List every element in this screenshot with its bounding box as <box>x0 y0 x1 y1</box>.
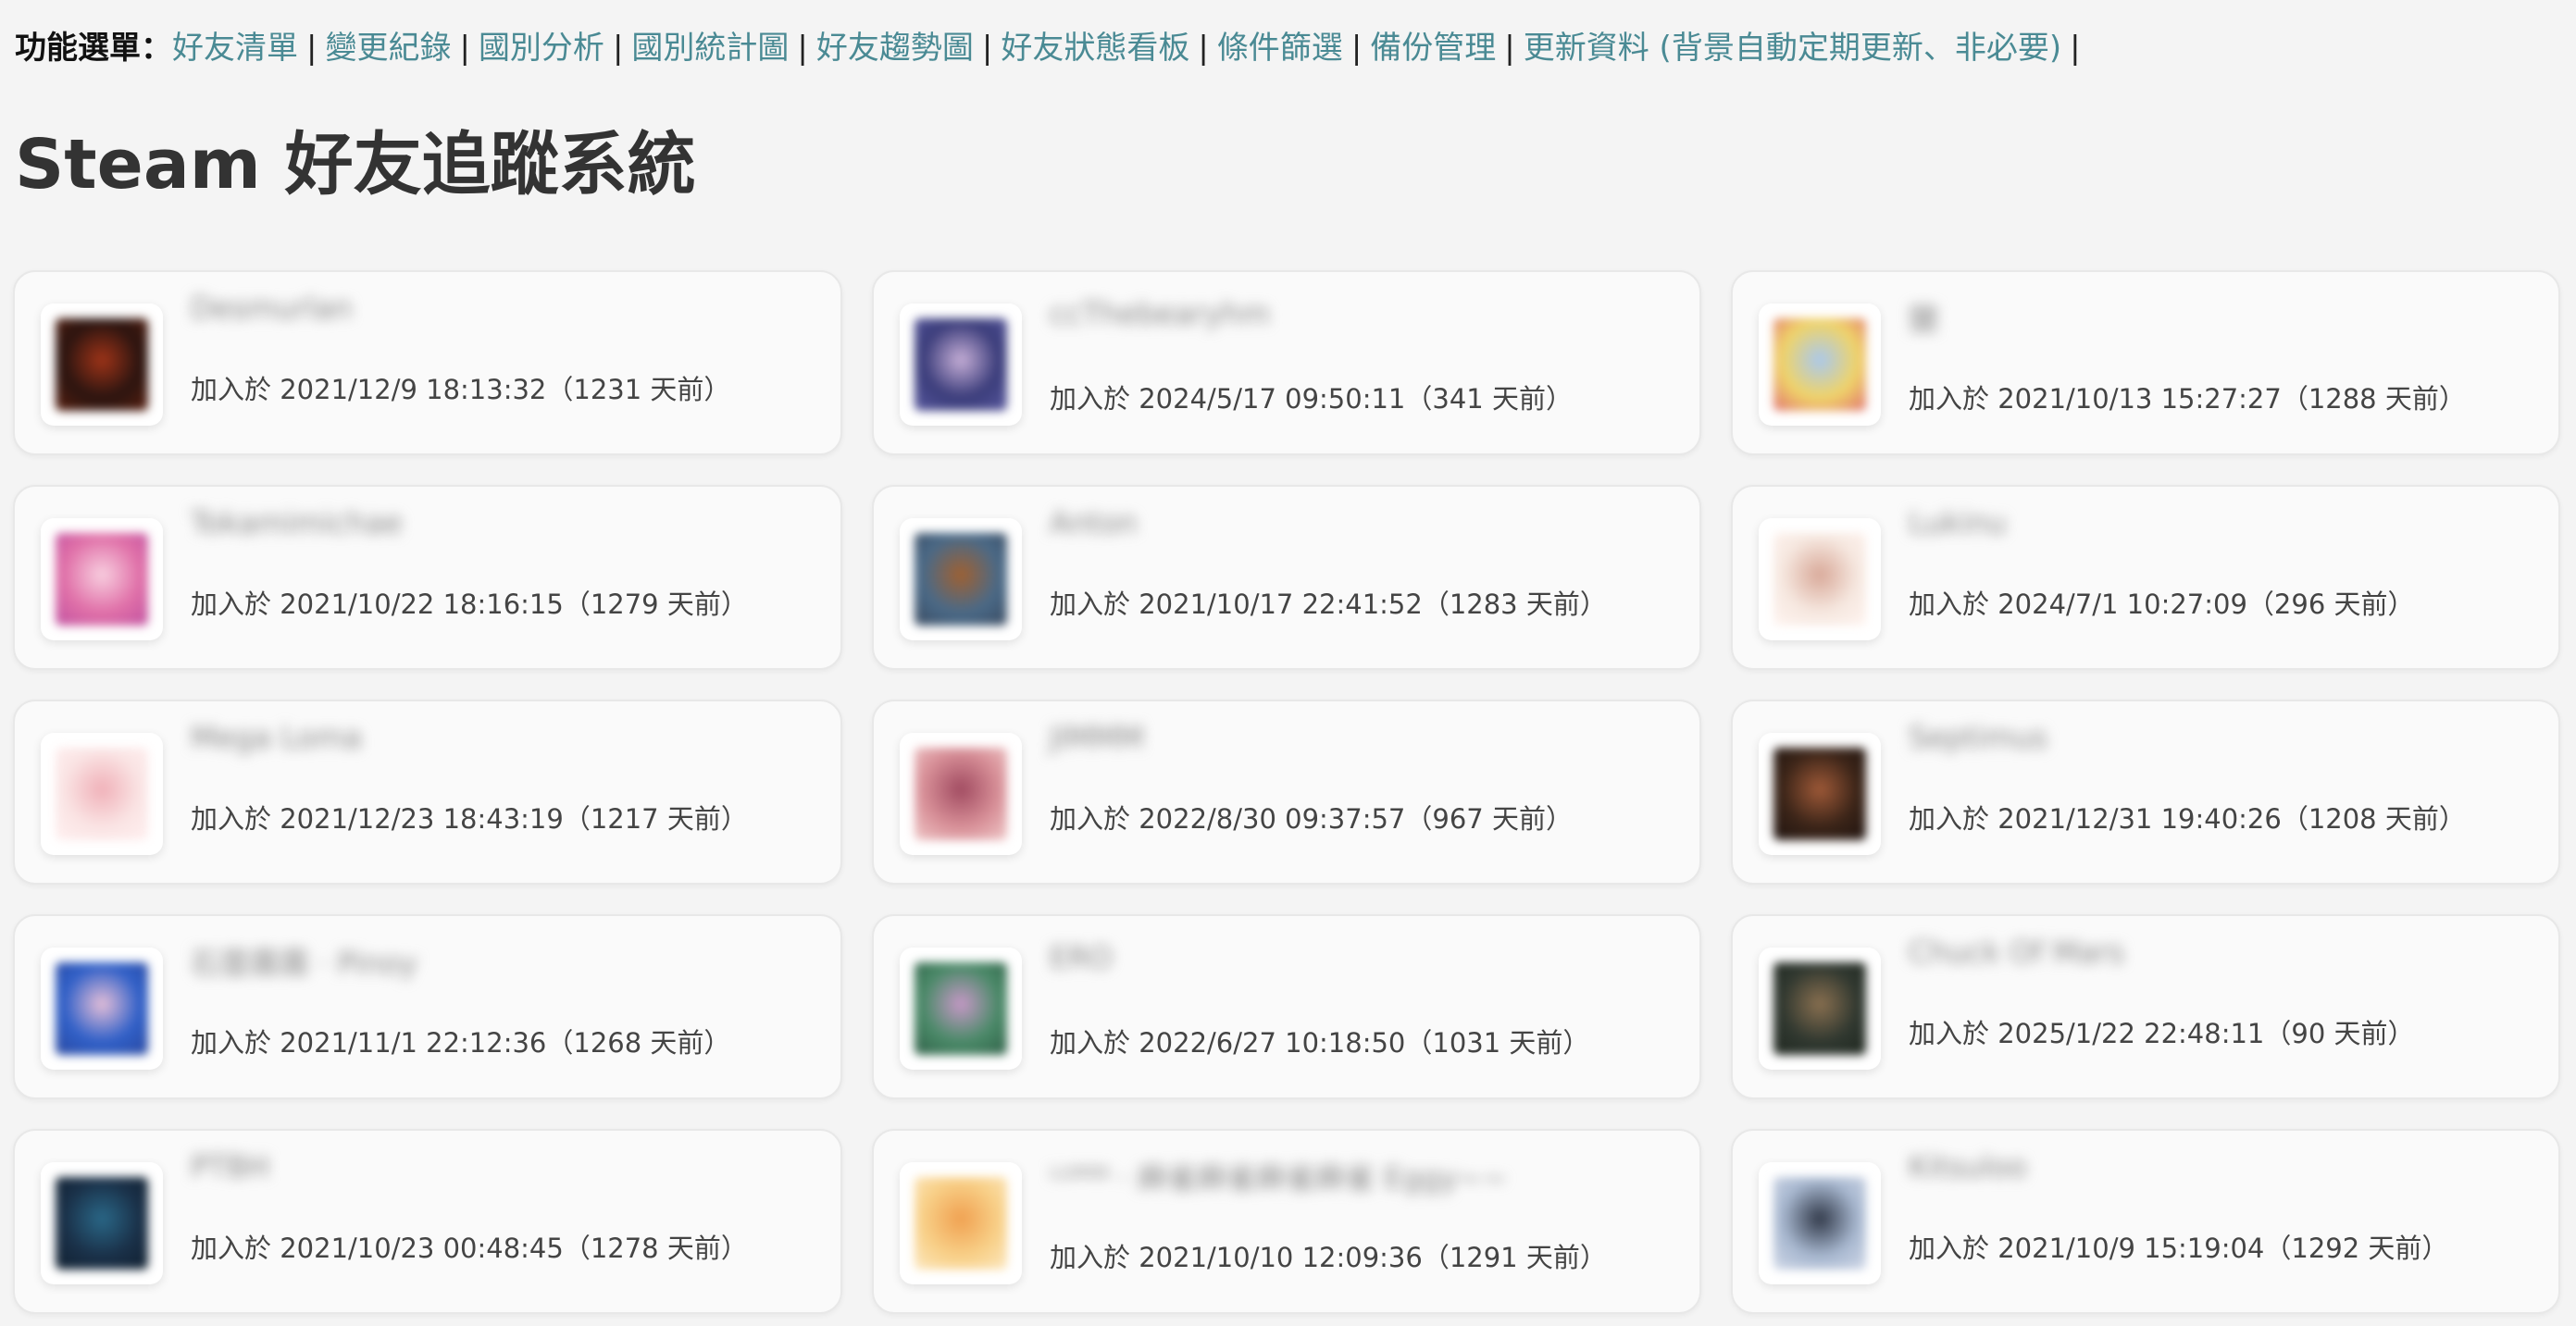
friend-joined-date: 加入於 2022/6/27 10:18:50（1031 天前） <box>1050 1027 1590 1059</box>
friend-card-grid: Desmurlan 加入於 2021/12/9 18:13:32（1231 天前… <box>13 270 2560 1314</box>
friend-joined-date: 加入於 2021/10/22 18:16:15（1279 天前） <box>191 589 748 620</box>
friend-avatar <box>1773 1177 1866 1270</box>
friend-card[interactable]: Desmurlan 加入於 2021/12/9 18:13:32（1231 天前… <box>13 270 842 455</box>
menu-separator: | <box>1504 30 1515 67</box>
menu-separator: | <box>1350 30 1363 67</box>
friend-avatar <box>56 1177 148 1270</box>
friend-avatar-frame <box>1759 733 1881 855</box>
friend-card[interactable]: ᴸᵁᴹᴵᴺ · 麻雀麻雀麻雀麻雀 Eggy∼∼ 加入於 2021/10/10 1… <box>872 1129 1701 1314</box>
friend-avatar <box>56 318 148 411</box>
menu-separator: | <box>459 30 470 67</box>
friend-avatar-frame <box>900 733 1022 855</box>
friend-avatar <box>1773 962 1866 1055</box>
friend-card[interactable]: ERO 加入於 2022/6/27 10:18:50（1031 天前） <box>872 914 1701 1099</box>
friend-joined-date: 加入於 2021/10/17 22:41:52（1283 天前） <box>1050 589 1607 620</box>
menu-separator: | <box>1198 30 1209 67</box>
friend-avatar <box>915 1177 1007 1270</box>
menu-friend-list-link[interactable]: 好友清單 <box>172 30 298 67</box>
menu-label: 功能選單： <box>15 30 172 67</box>
menu-change-log-link[interactable]: 變更紀錄 <box>325 30 451 67</box>
friend-avatar <box>56 748 148 840</box>
friend-card[interactable]: 鹽 加入於 2021/10/13 15:27:27（1288 天前） <box>1731 270 2560 455</box>
friend-avatar <box>915 962 1007 1055</box>
friend-card[interactable]: Lukinu 加入於 2024/7/1 10:27:09（296 天前） <box>1731 485 2560 670</box>
friend-card[interactable]: Tokamimichae 加入於 2021/10/22 18:16:15（127… <box>13 485 842 670</box>
friend-card[interactable]: Chuck Of Mars 加入於 2025/1/22 22:48:11（90 … <box>1731 914 2560 1099</box>
friend-joined-date: 加入於 2021/10/23 00:48:45（1278 天前） <box>191 1233 748 1264</box>
friend-card[interactable]: PTBH 加入於 2021/10/23 00:48:45（1278 天前） <box>13 1129 842 1314</box>
friend-card[interactable]: Kitsuloo 加入於 2021/10/9 15:19:04（1292 天前） <box>1731 1129 2560 1314</box>
friend-name: ᴸᵁᴹᴵᴺ · 麻雀麻雀麻雀麻雀 Eggy∼∼ <box>1050 1160 1508 1196</box>
friend-avatar-frame <box>41 1162 163 1284</box>
friend-avatar <box>915 748 1007 840</box>
menu-separator: | <box>797 30 808 67</box>
friend-joined-date: 加入於 2022/8/30 09:37:57（967 天前） <box>1050 803 1573 835</box>
friend-name: Kitsuloo <box>1909 1149 2027 1184</box>
menu-backup-link[interactable]: 備份管理 <box>1370 30 1496 67</box>
function-menu: 功能選單：好友清單 | 變更紀錄 | 國別分析 | 國別統計圖 | 好友趨勢圖 | 好友狀態看板 | 條… <box>15 26 2089 70</box>
friend-joined-date: 加入於 2025/1/22 22:48:11（90 天前） <box>1909 1018 2415 1049</box>
menu-country-chart-link[interactable]: 國別統計圖 <box>631 30 789 67</box>
friend-avatar <box>915 533 1007 626</box>
friend-avatar-frame <box>1759 304 1881 426</box>
friend-name: 石雲霧霧 · Pinoy <box>191 946 417 981</box>
friend-avatar-frame <box>1759 948 1881 1070</box>
friend-avatar <box>1773 748 1866 840</box>
friend-joined-date: 加入於 2024/5/17 09:50:11（341 天前） <box>1050 383 1573 415</box>
friend-joined-date: 加入於 2024/7/1 10:27:09（296 天前） <box>1909 589 2415 620</box>
friend-name: ERO <box>1050 940 1113 975</box>
friend-avatar-frame <box>41 518 163 640</box>
friend-card[interactable]: Mega Loma 加入於 2021/12/23 18:43:19（1217 天… <box>13 700 842 885</box>
friend-joined-date: 加入於 2021/11/1 22:12:36（1268 天前） <box>191 1027 731 1059</box>
friend-name: JIMMM <box>1050 720 1144 755</box>
friend-joined-date: 加入於 2021/12/31 19:40:26（1208 天前） <box>1909 803 2466 835</box>
friend-name: Desmurlan <box>191 291 353 326</box>
menu-country-analysis-link[interactable]: 國別分析 <box>479 30 604 67</box>
friend-avatar-frame <box>900 1162 1022 1284</box>
menu-status-board-link[interactable]: 好友狀態看板 <box>1001 30 1189 67</box>
friend-avatar-frame <box>900 304 1022 426</box>
friend-avatar <box>915 318 1007 411</box>
friend-card[interactable]: ccThebearyhm 加入於 2024/5/17 09:50:11（341 … <box>872 270 1701 455</box>
friend-name: Chuck Of Mars <box>1909 935 2124 970</box>
page-title: Steam 好友追蹤系統 <box>15 125 696 204</box>
friend-avatar-frame <box>900 948 1022 1070</box>
friend-joined-date: 加入於 2021/10/10 12:09:36（1291 天前） <box>1050 1242 1607 1273</box>
friend-avatar-frame <box>41 733 163 855</box>
friend-name: Lukinu <box>1909 505 2007 540</box>
menu-filter-link[interactable]: 條件篩選 <box>1217 30 1343 67</box>
friend-card[interactable]: Anton 加入於 2021/10/17 22:41:52（1283 天前） <box>872 485 1701 670</box>
friend-avatar-frame <box>41 948 163 1070</box>
friend-avatar <box>56 533 148 626</box>
friend-joined-date: 加入於 2021/12/23 18:43:19（1217 天前） <box>191 803 748 835</box>
menu-separator: | <box>981 30 993 67</box>
friend-name: 鹽 <box>1909 302 1939 337</box>
friend-avatar-frame <box>1759 518 1881 640</box>
friend-avatar-frame <box>1759 1162 1881 1284</box>
menu-update-data-link[interactable]: 更新資料 (背景自動定期更新、非必要) <box>1524 30 2061 67</box>
friend-joined-date: 加入於 2021/10/9 15:19:04（1292 天前） <box>1909 1233 2449 1264</box>
friend-name: Tokamimichae <box>191 505 403 540</box>
menu-separator: | <box>306 30 317 67</box>
friend-card[interactable]: Septimus 加入於 2021/12/31 19:40:26（1208 天前… <box>1731 700 2560 885</box>
friend-card[interactable]: 石雲霧霧 · Pinoy 加入於 2021/11/1 22:12:36（1268… <box>13 914 842 1099</box>
friend-avatar <box>56 962 148 1055</box>
friend-name: PTBH <box>191 1149 269 1184</box>
friend-avatar-frame <box>41 304 163 426</box>
friend-joined-date: 加入於 2021/12/9 18:13:32（1231 天前） <box>191 374 731 405</box>
friend-name: Septimus <box>1909 720 2047 755</box>
friend-card[interactable]: JIMMM 加入於 2022/8/30 09:37:57（967 天前） <box>872 700 1701 885</box>
friend-avatar <box>1773 533 1866 626</box>
friend-avatar-frame <box>900 518 1022 640</box>
friend-name: Mega Loma <box>191 720 363 755</box>
menu-separator: | <box>612 30 624 67</box>
friend-joined-date: 加入於 2021/10/13 15:27:27（1288 天前） <box>1909 383 2466 415</box>
menu-separator: | <box>2070 30 2081 67</box>
friend-name: ccThebearyhm <box>1050 296 1270 331</box>
friend-name: Anton <box>1050 505 1138 540</box>
menu-friend-trend-link[interactable]: 好友趨勢圖 <box>816 30 974 67</box>
friend-avatar <box>1773 318 1866 411</box>
